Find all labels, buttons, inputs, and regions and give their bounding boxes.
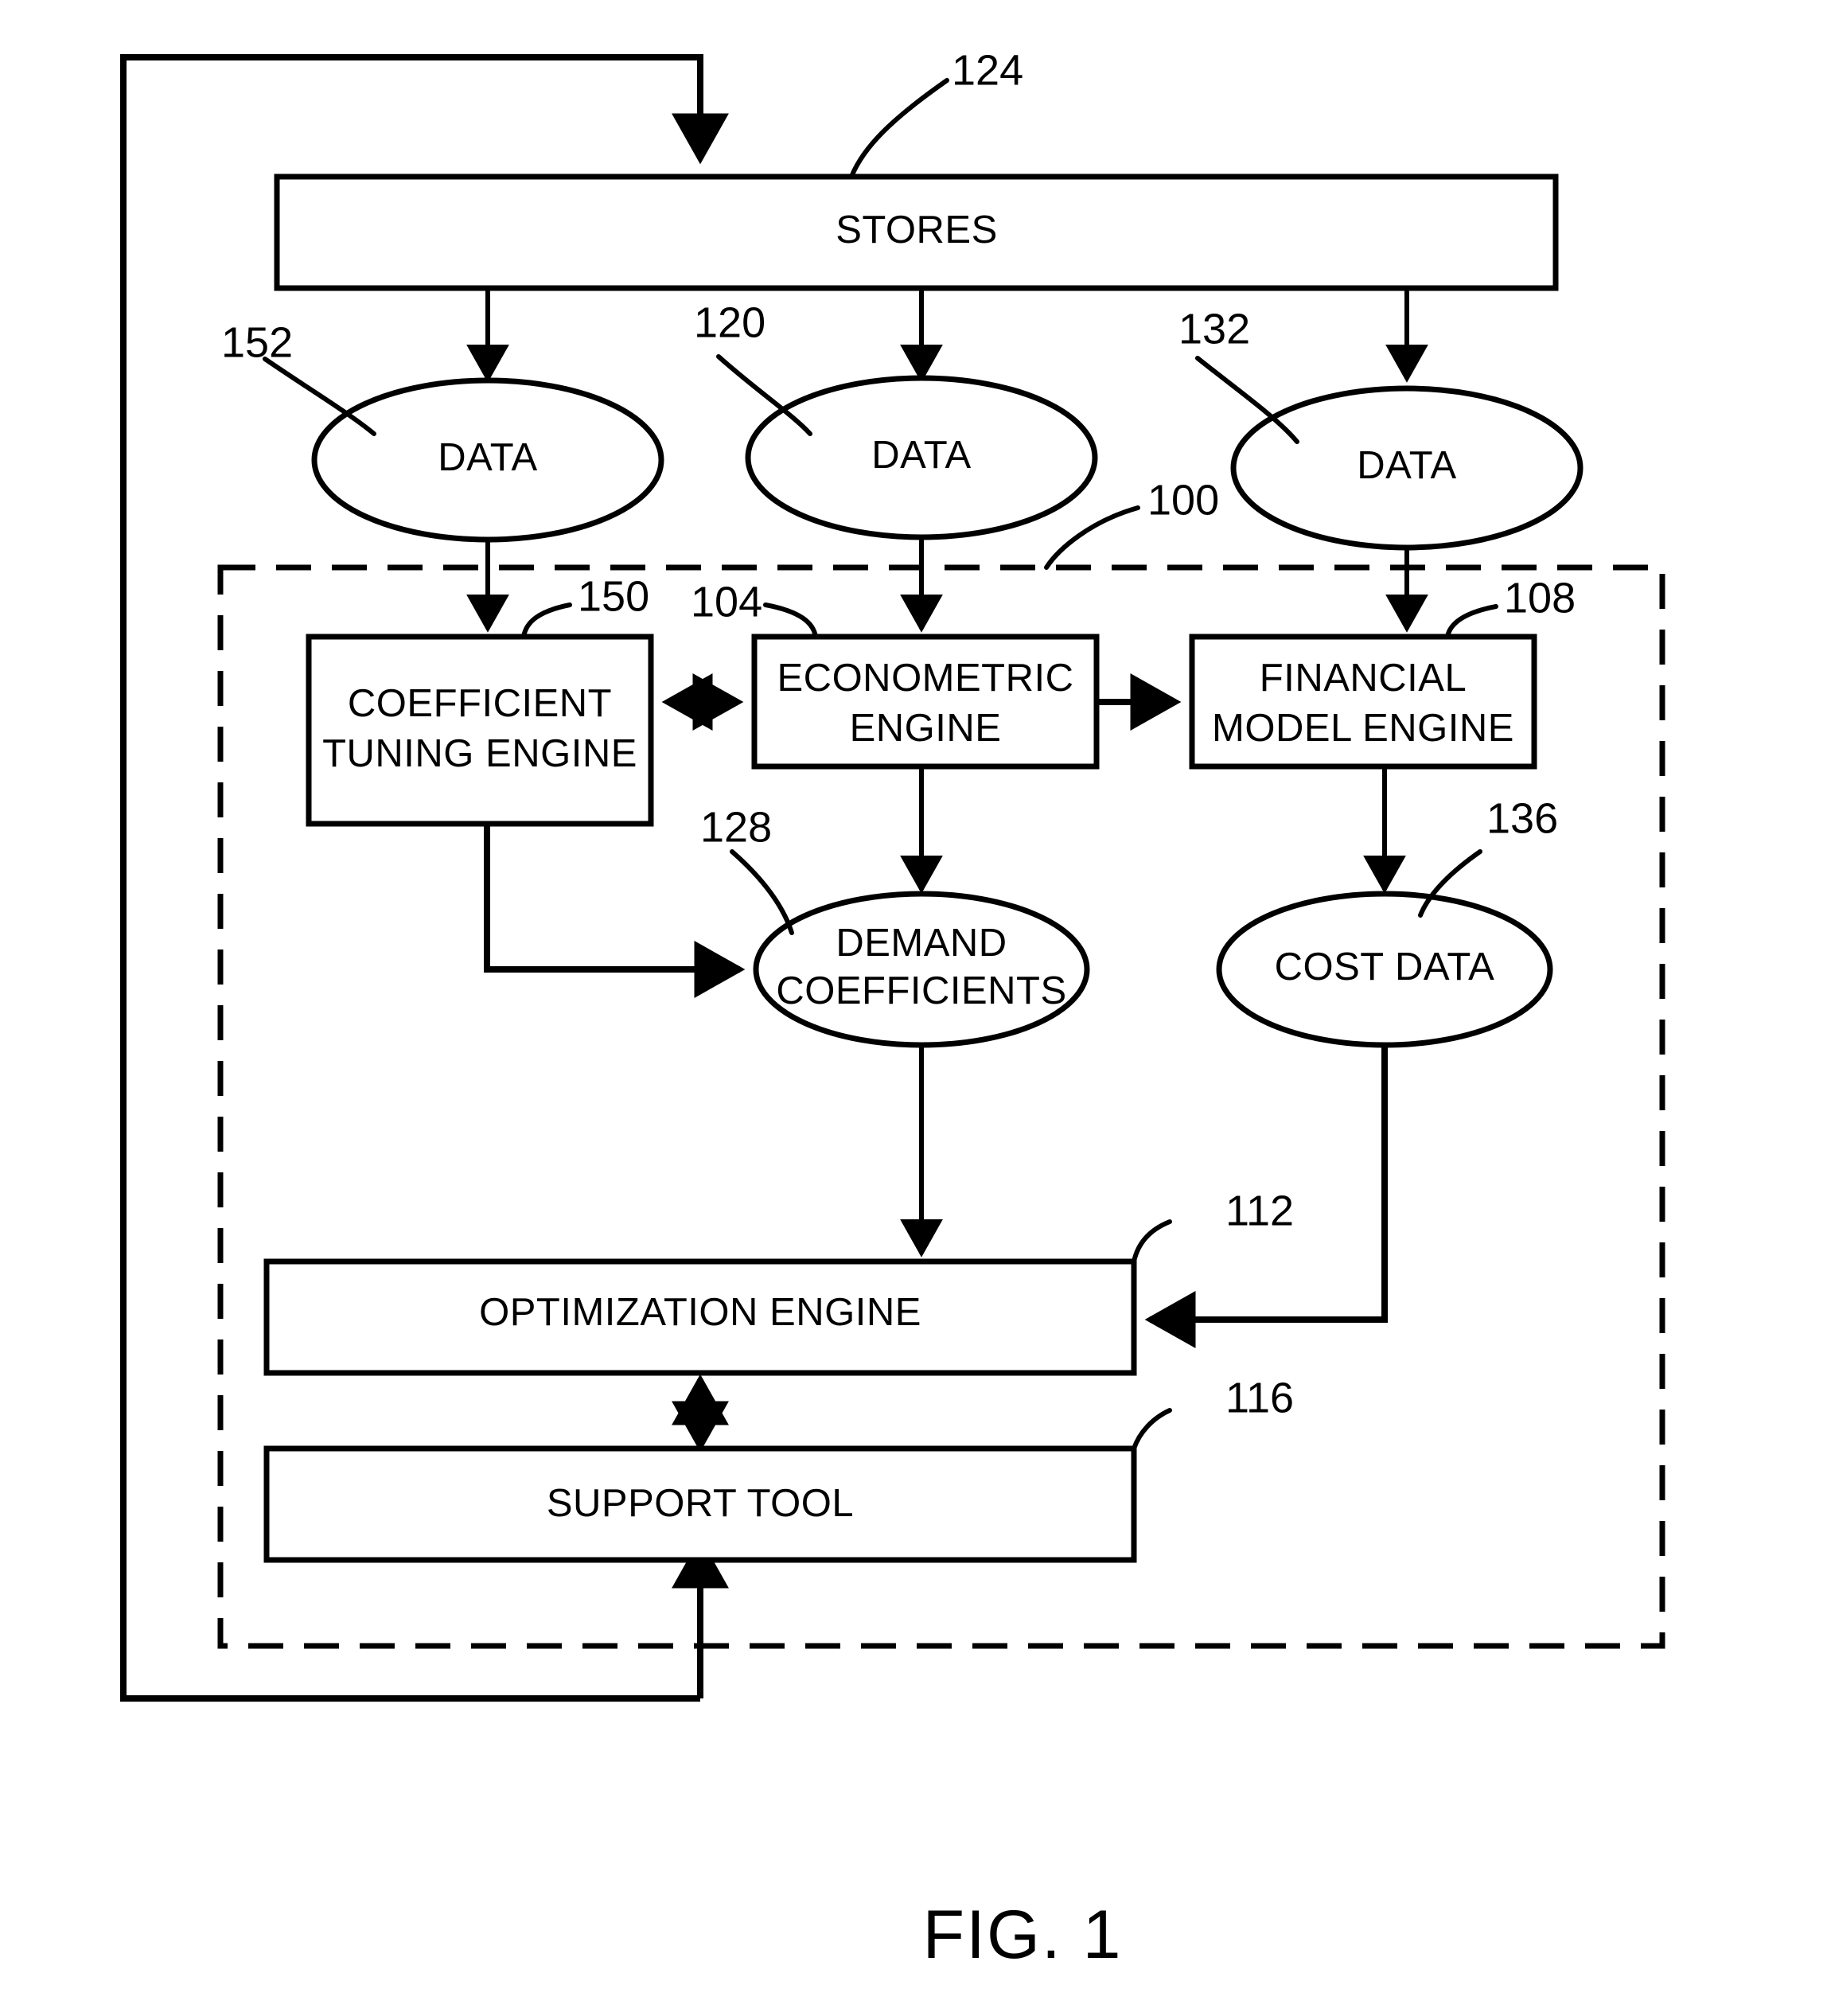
demand-coefficients-label-line2: COEFFICIENTS	[776, 969, 1066, 1012]
data-right-label: DATA	[1357, 444, 1456, 487]
ref-numeral-132: 132	[1178, 305, 1250, 353]
support-tool-label: SUPPORT TOOL	[547, 1482, 854, 1525]
ref-numeral-100: 100	[1147, 476, 1219, 524]
ref-numeral-116: 116	[1225, 1374, 1294, 1421]
ref-numeral-108: 108	[1504, 574, 1576, 622]
ref-numeral-136: 136	[1486, 794, 1558, 842]
coefficient-tuning-engine-label-line2: TUNING ENGINE	[322, 732, 637, 775]
figure-caption: FIG. 1	[923, 1897, 1123, 1973]
ref-numeral-152: 152	[221, 318, 293, 366]
ref-numeral-124: 124	[952, 46, 1023, 94]
optimization-engine-label: OPTIMIZATION ENGINE	[479, 1291, 921, 1334]
financial-model-engine-label-line2: MODEL ENGINE	[1212, 707, 1514, 750]
ref-numeral-150: 150	[578, 572, 649, 620]
data-left-label: DATA	[438, 436, 537, 479]
ref-numeral-128: 128	[700, 803, 772, 851]
coefficient-tuning-engine-label-line1: COEFFICIENT	[348, 682, 612, 725]
demand-coefficients-label-line1: DEMAND	[836, 922, 1007, 965]
cost-data-label: COST DATA	[1275, 946, 1495, 989]
stores-label: STORES	[836, 209, 998, 252]
edge-stores-to-data	[466, 288, 1428, 383]
financial-model-engine-label-line1: FINANCIAL	[1260, 657, 1467, 700]
econometric-engine-label-line2: ENGINE	[850, 707, 1002, 750]
ref-numeral-120: 120	[694, 298, 765, 346]
ref-numeral-112: 112	[1225, 1187, 1294, 1234]
data-center-label: DATA	[871, 434, 971, 477]
ref-numeral-104: 104	[691, 578, 762, 626]
diagram-canvas: STORES DATA DATA DATA COEFFICIENT TUNING…	[120, 46, 1665, 1973]
econometric-engine-label-line1: ECONOMETRIC	[777, 657, 1074, 700]
patent-figure: STORES DATA DATA DATA COEFFICIENT TUNING…	[0, 0, 1827, 2016]
edge-cost-data-to-optimization	[1144, 1045, 1388, 1348]
coefficient-tuning-engine-node[interactable]	[306, 634, 654, 827]
